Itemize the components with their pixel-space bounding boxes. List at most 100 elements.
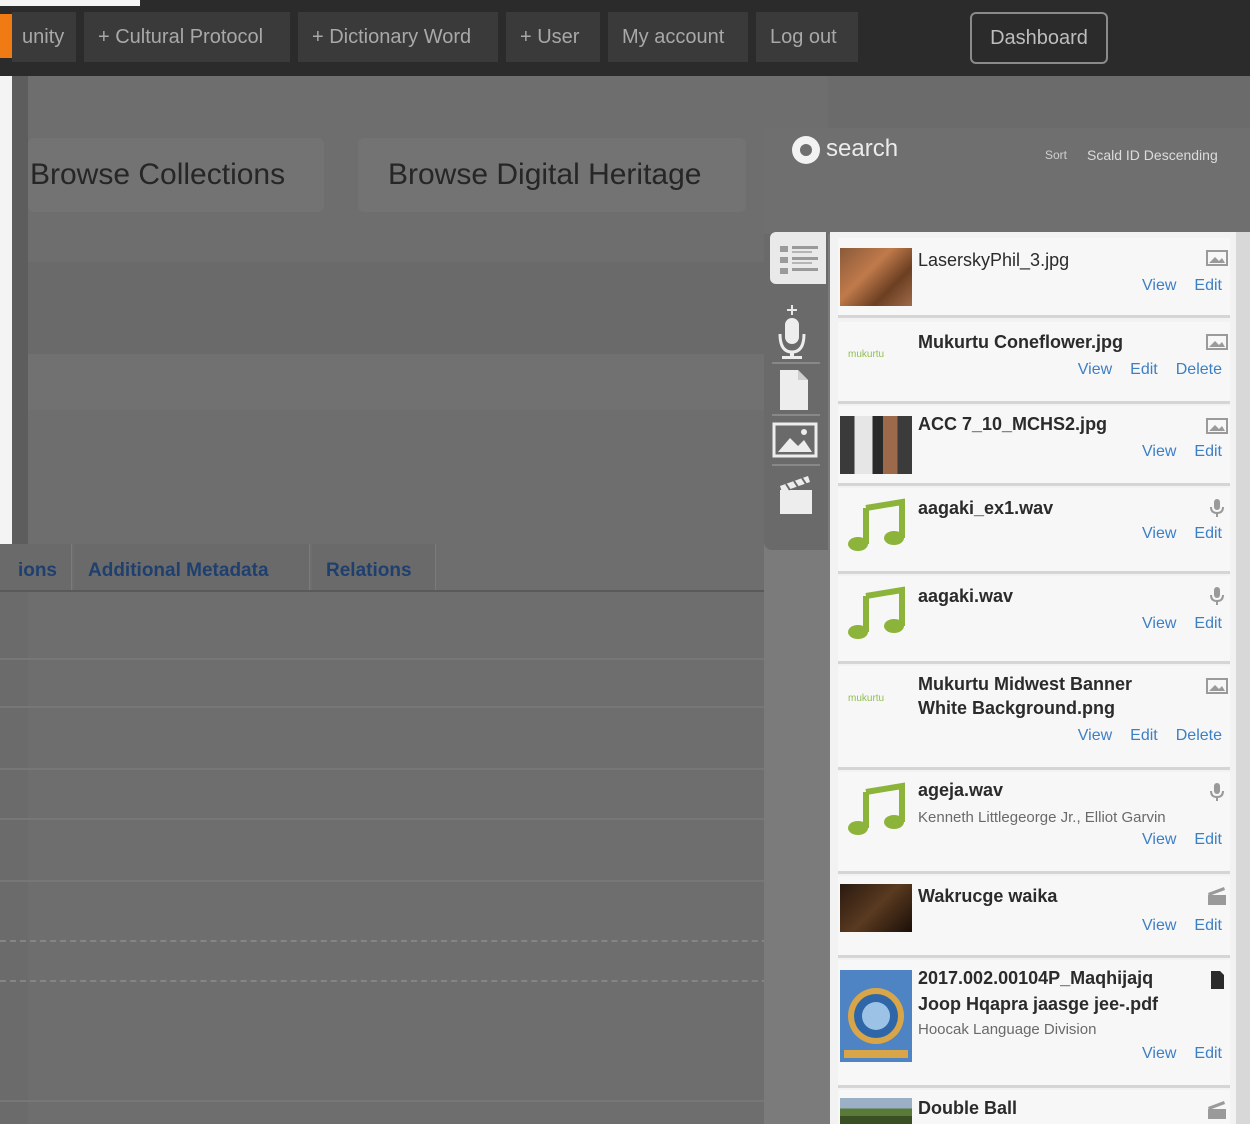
image-icon: [1206, 418, 1228, 434]
image-icon: [1206, 678, 1228, 694]
edit-link[interactable]: Edit: [1130, 361, 1158, 378]
list-item[interactable]: mukurtu Mukurtu Coneflower.jpg View Edit D…: [838, 322, 1230, 404]
view-link[interactable]: View: [1142, 1045, 1176, 1062]
form-row-divider: [0, 880, 828, 882]
view-link[interactable]: View: [1142, 831, 1176, 848]
orange-marker: [0, 14, 12, 58]
media-title: Mukurtu Midwest Banner: [918, 674, 1133, 694]
mukurtu-logo-thumbnail: mukurtu: [840, 332, 912, 390]
form-row-divider: [0, 1100, 828, 1102]
media-title: ACC 7_10_MCHS2.jpg: [918, 414, 1108, 434]
view-link[interactable]: View: [1078, 361, 1112, 378]
add-video-button[interactable]: [770, 468, 826, 520]
list-item[interactable]: 2017.002.00104P_Maqhijajq Joop Hqapra ja…: [838, 960, 1230, 1088]
rail-separator: [772, 362, 820, 364]
item-actions: View Edit: [1124, 442, 1222, 462]
list-item[interactable]: ageja.wav Kenneth Littlegeorge Jr., Elli…: [838, 772, 1230, 874]
media-title: Double Ball: [918, 1098, 1018, 1118]
browse-digital-heritage-button[interactable]: Browse Digital Heritage: [358, 138, 746, 212]
view-link[interactable]: View: [1142, 443, 1176, 460]
view-link[interactable]: View: [1078, 727, 1112, 744]
item-actions: View Edit: [1124, 1044, 1222, 1064]
image-icon: [1206, 334, 1228, 350]
view-link[interactable]: View: [1142, 917, 1176, 934]
media-credit: Hoocak Language Division: [918, 1021, 1097, 1038]
edit-link[interactable]: Edit: [1194, 443, 1222, 460]
image-icon: [772, 422, 818, 458]
results-scrollbar[interactable]: [1236, 232, 1250, 1124]
nav-add-cultural-protocol[interactable]: + Cultural Protocol: [84, 12, 290, 62]
audio-thumbnail: [840, 782, 912, 840]
content-band: [28, 262, 828, 354]
list-item[interactable]: Double Ball: [838, 1090, 1230, 1124]
media-title-line-2: White Background.png: [918, 698, 1115, 718]
media-title: aagaki.wav: [918, 586, 1014, 606]
nav-add-dictionary-word[interactable]: + Dictionary Word: [298, 12, 498, 62]
nav-community[interactable]: unity: [12, 12, 76, 62]
form-row-divider: [0, 768, 828, 770]
tab-additional-metadata[interactable]: Additional Metadata: [74, 544, 310, 590]
view-link[interactable]: View: [1142, 525, 1176, 542]
dashboard-button[interactable]: Dashboard: [970, 12, 1108, 64]
view-link[interactable]: View: [1142, 615, 1176, 632]
microphone-add-icon: [778, 305, 806, 359]
delete-link[interactable]: Delete: [1176, 361, 1222, 378]
media-title-line-2: Joop Hqapra jaasge jee-.pdf: [918, 994, 1159, 1014]
add-document-button[interactable]: [770, 366, 826, 418]
video-thumbnail: [840, 1098, 912, 1124]
tab-relations[interactable]: Relations: [312, 544, 436, 590]
document-thumbnail: [840, 970, 912, 1062]
item-actions: View Edit: [1124, 830, 1222, 850]
form-row-divider: [0, 706, 828, 708]
audio-thumbnail: [840, 498, 912, 556]
edit-link[interactable]: Edit: [1194, 917, 1222, 934]
delete-link[interactable]: Delete: [1176, 727, 1222, 744]
list-icon: [780, 246, 818, 274]
seal-icon: [844, 988, 908, 1058]
video-thumbnail: [840, 884, 912, 932]
browse-collections-button[interactable]: Browse Collections: [28, 138, 324, 212]
list-item[interactable]: aagaki.wav View Edit: [838, 576, 1230, 664]
edit-link[interactable]: Edit: [1130, 727, 1158, 744]
search-label[interactable]: search: [826, 134, 898, 164]
microphone-icon: [1210, 587, 1224, 605]
edit-link[interactable]: Edit: [1194, 277, 1222, 294]
item-actions: View Edit: [1124, 524, 1222, 544]
rail-separator: [772, 464, 820, 466]
view-link[interactable]: View: [1142, 277, 1176, 294]
sort-select[interactable]: Scald ID Descending: [1087, 145, 1218, 165]
nav-add-user[interactable]: + User: [506, 12, 600, 62]
dashed-divider: [0, 980, 828, 982]
sort-label: Sort: [1045, 148, 1068, 162]
edit-link[interactable]: Edit: [1194, 1045, 1222, 1062]
edit-link[interactable]: Edit: [1194, 525, 1222, 542]
item-actions: View Edit: [1124, 916, 1222, 936]
list-item[interactable]: Wakrucge waika View Edit: [838, 876, 1230, 958]
list-item[interactable]: mukurtu Mukurtu Midwest Banner White Bac…: [838, 666, 1230, 770]
audio-thumbnail: [840, 586, 912, 644]
media-title: LaserskyPhil_3.jpg: [918, 250, 1070, 270]
top-strip: [0, 0, 140, 6]
form-row-divider: [0, 658, 828, 660]
nav-my-account[interactable]: My account: [608, 12, 748, 62]
list-item[interactable]: LaserskyPhil_3.jpg View Edit: [838, 238, 1230, 318]
edit-link[interactable]: Edit: [1194, 615, 1222, 632]
tabs-divider: [0, 590, 828, 592]
music-note-icon: [848, 586, 905, 639]
media-thumbnail: [840, 248, 912, 306]
search-toggle-icon[interactable]: [792, 136, 820, 164]
list-view-button[interactable]: [770, 232, 826, 284]
add-audio-button[interactable]: [770, 298, 826, 359]
list-item[interactable]: ACC 7_10_MCHS2.jpg View Edit: [838, 406, 1230, 486]
nav-log-out[interactable]: Log out: [756, 12, 858, 62]
document-icon: [780, 370, 808, 410]
dashed-divider: [0, 940, 828, 942]
list-item[interactable]: aagaki_ex1.wav View Edit: [838, 488, 1230, 574]
tab-descriptions[interactable]: ions: [0, 544, 72, 590]
document-icon: [1211, 971, 1224, 989]
video-clapper-icon: [1208, 1101, 1226, 1119]
music-note-icon: [848, 498, 905, 551]
add-image-button[interactable]: [770, 418, 826, 470]
edit-link[interactable]: Edit: [1194, 831, 1222, 848]
mukurtu-logo-thumbnail: mukurtu: [840, 676, 912, 734]
